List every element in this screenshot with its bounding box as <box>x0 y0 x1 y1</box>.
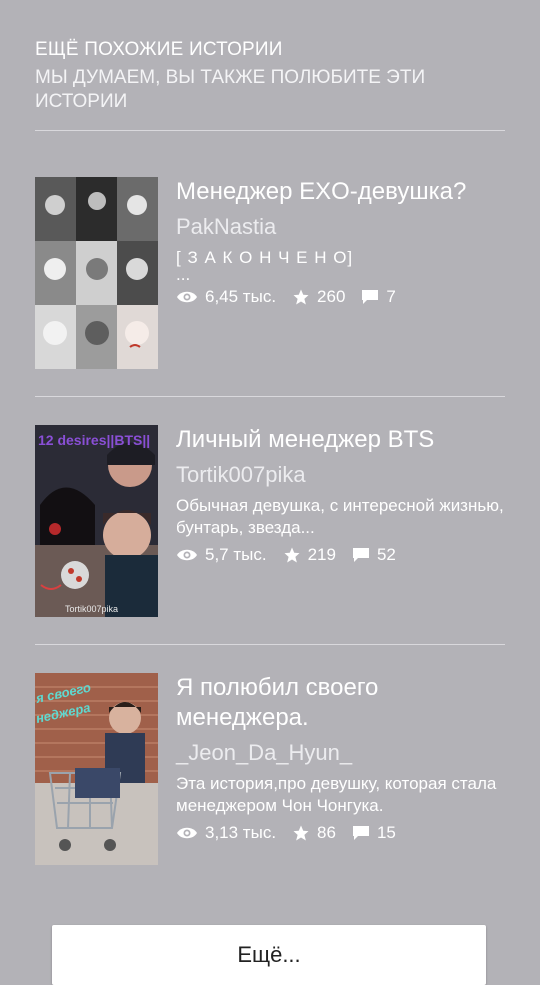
story-description-line: [ З А К О Н Ч Е Н О] <box>176 248 354 267</box>
star-icon <box>284 547 300 563</box>
story-card[interactable]: Менеджер EXO-девушка? PakNastia [ З А К … <box>35 177 505 377</box>
votes-count: 219 <box>307 545 336 564</box>
comment-icon <box>352 548 369 562</box>
story-stats: 5,7 тыс. 219 52 <box>176 545 511 565</box>
cover-image: 12 desires||BTS|| Tortik007pika <box>35 425 158 617</box>
votes-count: 260 <box>317 287 346 306</box>
eye-icon <box>177 827 197 839</box>
comments-count: 15 <box>376 823 396 842</box>
section-subtitle: МЫ ДУМАЕМ, ВЫ ТАКЖЕ ПОЛЮБИТЕ ЭТИ ИСТОРИИ <box>35 67 426 112</box>
votes-stat: 260 <box>292 287 345 307</box>
star-icon <box>293 825 309 841</box>
cover-collage-image <box>35 177 158 369</box>
reads-stat: 5,7 тыс. <box>176 545 267 565</box>
reads-count: 3,13 тыс. <box>205 823 277 842</box>
votes-stat: 219 <box>283 545 336 565</box>
story-description: Обычная девушка, с интересной жизнью, бу… <box>176 496 504 537</box>
more-stories-button[interactable]: Ещё... <box>52 925 486 985</box>
story-cover[interactable] <box>35 177 158 369</box>
story-cover[interactable]: я своего неджера <box>35 673 158 865</box>
story-title[interactable]: Личный менеджер BTS <box>176 425 511 455</box>
divider <box>35 644 505 645</box>
star-icon <box>293 289 309 305</box>
cover-image: я своего неджера <box>35 673 158 865</box>
reads-stat: 6,45 тыс. <box>176 287 276 307</box>
section-header: ЕЩЁ ПОХОЖИЕ ИСТОРИИ МЫ ДУМАЕМ, ВЫ ТАКЖЕ … <box>35 38 505 114</box>
comment-icon <box>362 290 379 304</box>
story-description: Эта история,про девушку, которая стала м… <box>176 774 497 815</box>
section-title: ЕЩЁ ПОХОЖИЕ ИСТОРИИ <box>35 39 283 60</box>
story-author[interactable]: PakNastia <box>176 213 511 241</box>
comments-count: 52 <box>376 545 396 564</box>
divider <box>35 130 505 131</box>
comment-icon <box>352 826 369 840</box>
votes-count: 86 <box>317 823 336 842</box>
story-title[interactable]: Менеджер EXO-девушка? <box>176 177 511 207</box>
story-cover[interactable]: 12 desires||BTS|| Tortik007pika <box>35 425 158 617</box>
story-description-ellipsis: ... <box>176 265 191 284</box>
comments-stat: 15 <box>352 823 396 843</box>
story-title[interactable]: Я полюбил своего менеджера. <box>176 673 511 733</box>
story-stats: 3,13 тыс. 86 15 <box>176 823 511 843</box>
comments-stat: 52 <box>352 545 396 565</box>
votes-stat: 86 <box>292 823 336 843</box>
story-stats: 6,45 тыс. 260 7 <box>176 287 511 307</box>
story-card[interactable]: я своего неджера Я полюбил своего менедж… <box>35 673 505 873</box>
comments-stat: 7 <box>361 287 396 307</box>
cover-title-text: 12 desires||BTS|| <box>38 432 150 448</box>
eye-icon <box>177 291 197 303</box>
divider <box>35 396 505 397</box>
story-author[interactable]: _Jeon_Da_Hyun_ <box>176 739 511 767</box>
reads-stat: 3,13 тыс. <box>176 823 276 843</box>
reads-count: 6,45 тыс. <box>205 287 277 306</box>
eye-icon <box>177 549 197 561</box>
story-description: [ З А К О Н Ч Е Н О] ... <box>176 247 511 284</box>
story-author[interactable]: Tortik007pika <box>176 461 511 489</box>
comments-count: 7 <box>386 287 396 306</box>
cover-signature: Tortik007pika <box>65 604 118 614</box>
reads-count: 5,7 тыс. <box>205 545 267 564</box>
story-card[interactable]: 12 desires||BTS|| Tortik007pika Личный м… <box>35 425 505 625</box>
